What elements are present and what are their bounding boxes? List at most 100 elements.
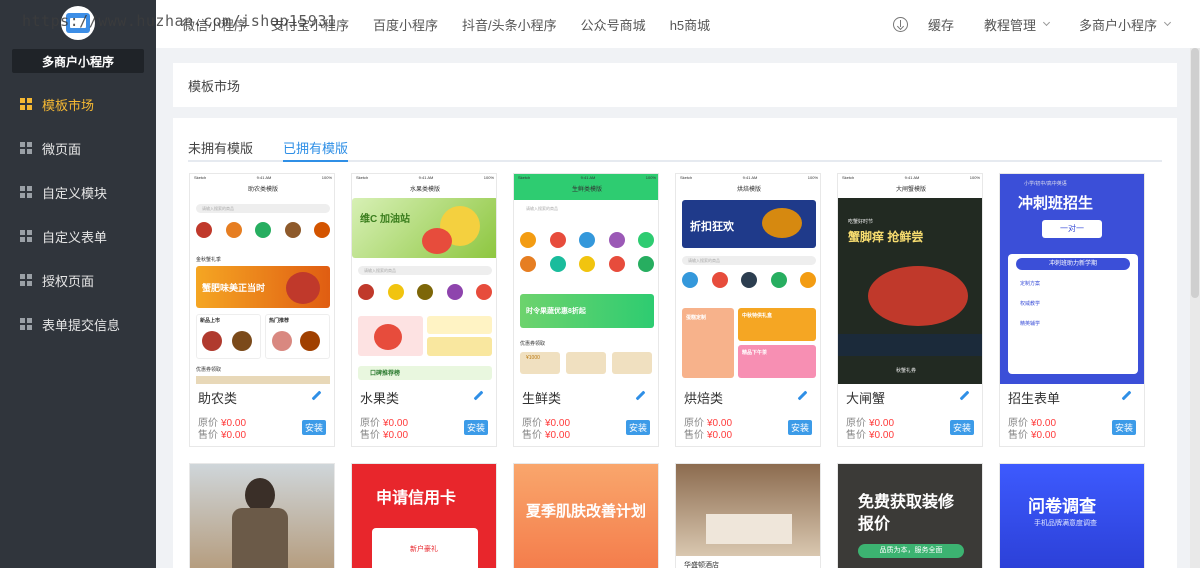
template-card[interactable]: 华盛顿酒店 [675, 463, 821, 568]
preview-headline: 问卷调查 [1028, 497, 1096, 516]
preview-coupon: 优惠券领取 [196, 367, 222, 373]
edit-icon[interactable] [960, 391, 970, 401]
template-card[interactable]: 小学/初中/高中英语 冲刺班招生 一对一 冲刺班助力新学期 定制方案 权威教学 … [999, 173, 1145, 447]
sale-price: 售价 ¥0.00 [846, 430, 895, 441]
template-card[interactable]: 问卷调查 手机品牌满意度调查 [999, 463, 1145, 568]
template-card[interactable] [189, 463, 335, 568]
top-right-menu: 缓存 教程管理 多商户小程序 [892, 0, 1172, 48]
template-card[interactable]: Sketch 9:41 AM 100% 大闸蟹模版 吃蟹好时节 蟹脚痒 抢鲜尝 秋蟹… [837, 173, 983, 447]
sidebar-item-label: 表单提交信息 [42, 317, 121, 333]
tutorial-dropdown[interactable]: 教程管理 [983, 15, 1051, 34]
preview-sub: 吃蟹好时节 [848, 219, 874, 225]
preview-title: 生鲜类模版 [571, 187, 602, 193]
sidebar-item-label: 模板市场 [42, 97, 95, 113]
sidebar-item-label: 微页面 [42, 141, 82, 157]
sale-price: 售价 ¥0.00 [684, 430, 733, 441]
template-preview: Sketch 9:41 AM 100% 大闸蟹模版 吃蟹好时节 蟹脚痒 抢鲜尝 秋蟹… [838, 174, 982, 384]
edit-icon[interactable] [798, 391, 808, 401]
preview-tile-1: 蛋糕定制 [686, 315, 707, 321]
grid-icon [20, 274, 32, 286]
edit-icon[interactable] [636, 391, 646, 401]
preview-promo: 口碑推荐榜 [370, 371, 401, 377]
preview-sub: 手机品牌满意度调查 [1034, 520, 1097, 527]
grid-icon [20, 186, 32, 198]
preview-headline: 申请信用卡 [376, 490, 457, 507]
sidebar-item-custom-form[interactable]: 自定义表单 [0, 214, 156, 258]
cache-button[interactable]: 缓存 [928, 15, 954, 34]
account-dropdown[interactable]: 多商户小程序 [1078, 15, 1172, 34]
preview-tile-2: 中秋特供礼盒 [742, 313, 773, 319]
template-name: 生鲜类 [522, 391, 562, 406]
template-name: 烘焙类 [684, 391, 724, 406]
topnav-douyin[interactable]: 抖音/头条小程序 [462, 15, 557, 34]
topnav-h5[interactable]: h5商城 [670, 15, 710, 34]
grid-icon [20, 318, 32, 330]
template-card[interactable]: Sketch 9:41 AM 100% 生鲜类模版 请输入搜索的商品 时令果蔬优惠8… [513, 173, 659, 447]
sidebar-item-custom-module[interactable]: 自定义模块 [0, 170, 156, 214]
sale-price: 售价 ¥0.00 [1008, 430, 1057, 441]
preview-title: 大闸蟹模版 [895, 187, 926, 193]
template-card[interactable]: Sketch 9:41 AM 100% 水果类模版 维C 加油站 请输入搜索的商品 … [351, 173, 497, 447]
template-card[interactable]: 夏季肌肤改善计划 [513, 463, 659, 568]
preview-cat-1: 新品上市 [200, 318, 221, 324]
preview-banner: 维C 加油站 [360, 214, 410, 225]
topnav-official-account[interactable]: 公众号商城 [581, 15, 646, 34]
template-tabs: 未拥有模版 已拥有模版 [188, 138, 1162, 162]
template-preview [190, 464, 334, 568]
template-preview: 华盛顿酒店 [676, 464, 820, 568]
template-preview: 申请信用卡 新户豪礼 [352, 464, 496, 568]
sale-price: 售价 ¥0.00 [198, 430, 247, 441]
page-title: 模板市场 [173, 63, 1177, 107]
preview-title: 水果类模版 [409, 187, 440, 193]
preview-footer: 秋蟹礼券 [896, 368, 917, 374]
template-name: 招生表单 [1008, 391, 1061, 406]
sidebar-item-label: 自定义表单 [42, 229, 108, 245]
account-label: 多商户小程序 [1078, 17, 1157, 33]
download-icon[interactable] [892, 16, 908, 32]
tab-not-owned[interactable]: 未拥有模版 [188, 138, 253, 162]
topnav-baidu[interactable]: 百度小程序 [373, 15, 438, 34]
template-card[interactable]: Sketch 9:41 AM 100% 烘焙模版 折扣狂欢 请输入搜索的商品 蛋糕定… [675, 173, 821, 447]
sidebar-item-micro-page[interactable]: 微页面 [0, 126, 156, 170]
install-button[interactable]: 安装 [949, 420, 974, 435]
preview-tile-3: 精品下午茶 [742, 350, 768, 356]
page-scrollbar[interactable] [1190, 48, 1200, 568]
brand-name: 多商户小程序 [12, 49, 144, 73]
sidebar-item-auth-page[interactable]: 授权页面 [0, 258, 156, 302]
preview-line-1: 定制方案 [1020, 281, 1041, 287]
tab-owned[interactable]: 已拥有模版 [283, 138, 349, 162]
edit-icon[interactable] [474, 391, 484, 401]
tutorial-label: 教程管理 [983, 17, 1036, 33]
install-button[interactable]: 安装 [463, 420, 488, 435]
preview-sub: 新户豪礼 [410, 546, 438, 553]
preview-search: 请输入搜索的商品 [196, 204, 330, 213]
sale-price: 售价 ¥0.00 [522, 430, 571, 441]
preview-cat-2: 热门推荐 [269, 318, 290, 324]
preview-section: 金秋蟹礼季 [196, 257, 222, 263]
template-card[interactable]: Sketch 9:41 AM 100% 助农类模版 请输入搜索的商品 金秋蟹礼季 蟹… [189, 173, 335, 447]
preview-headline: 夏季肌肤改善计划 [526, 503, 647, 520]
edit-icon[interactable] [312, 391, 322, 401]
chevron-down-icon [1163, 18, 1172, 27]
install-button[interactable]: 安装 [301, 420, 326, 435]
sidebar-item-template-market[interactable]: 模板市场 [0, 82, 156, 126]
preview-title: 助农类模版 [247, 187, 278, 193]
preview-tag: 一对一 [1042, 220, 1102, 238]
grid-icon [20, 142, 32, 154]
template-card[interactable]: 免费获取装修报价 品质为本，服务全面 [837, 463, 983, 568]
template-name: 大闸蟹 [846, 391, 886, 406]
install-button[interactable]: 安装 [787, 420, 812, 435]
sidebar-item-form-submissions[interactable]: 表单提交信息 [0, 302, 156, 346]
preview-banner: 折扣狂欢 [690, 221, 734, 233]
edit-icon[interactable] [1122, 391, 1132, 401]
template-card[interactable]: 申请信用卡 新户豪礼 [351, 463, 497, 568]
preview-title: 烘焙模版 [736, 187, 761, 193]
template-preview: Sketch 9:41 AM 100% 生鲜类模版 请输入搜索的商品 时令果蔬优惠8… [514, 174, 658, 384]
preview-promo: 时令果蔬优惠8折起 [526, 308, 586, 315]
sale-price: 售价 ¥0.00 [360, 430, 409, 441]
preview-caption: 华盛顿酒店 [684, 562, 719, 568]
install-button[interactable]: 安装 [625, 420, 650, 435]
sidebar-item-label: 自定义模块 [42, 185, 108, 201]
preview-headline: 蟹脚痒 抢鲜尝 [848, 230, 924, 244]
install-button[interactable]: 安装 [1111, 420, 1136, 435]
